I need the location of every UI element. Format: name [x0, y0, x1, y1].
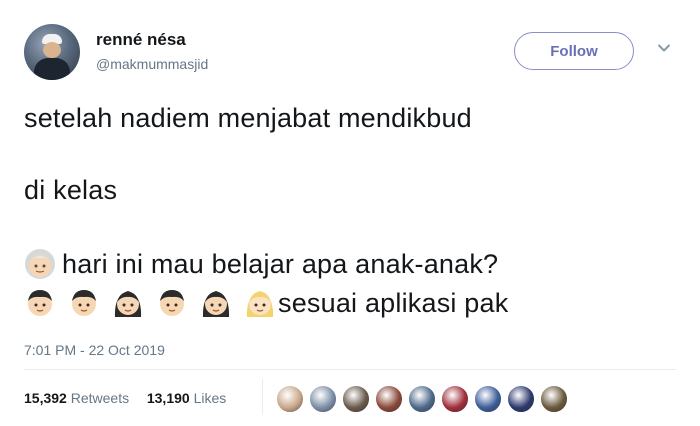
chevron-down-icon[interactable] [657, 41, 671, 55]
boy-emoji [72, 290, 96, 316]
avatar-face [43, 42, 61, 58]
liker-avatar[interactable] [540, 385, 568, 413]
older-person-emoji [25, 249, 55, 279]
girl-emoji [114, 291, 142, 317]
liker-avatar[interactable] [474, 385, 502, 413]
avatar[interactable] [24, 24, 80, 80]
stats-separator [262, 379, 263, 415]
liker-avatar[interactable] [342, 385, 370, 413]
tweet-line-4-text: sesuai aplikasi pak [278, 287, 509, 318]
tweet-line-4: sesuai aplikasi pak [24, 287, 508, 319]
engagement-stats: 15,392 Retweets 13,190 Likes [24, 390, 226, 406]
liker-avatar[interactable] [507, 385, 535, 413]
boy-emoji [160, 290, 184, 316]
tweet-line-3-text: hari ini mau belajar apa anak-anak? [62, 248, 499, 279]
avatar-body [34, 58, 70, 80]
blond-girl-emoji [246, 291, 274, 317]
retweets-count[interactable]: 15,392 [24, 390, 67, 406]
liker-avatar[interactable] [309, 385, 337, 413]
boy-emoji [28, 290, 52, 316]
display-name[interactable]: renné nésa [96, 30, 186, 50]
likes-label[interactable]: Likes [194, 390, 227, 406]
tweet-timestamp[interactable]: 7:01 PM - 22 Oct 2019 [24, 342, 165, 358]
tweet-line-1: setelah nadiem menjabat mendikbud [24, 103, 472, 133]
tweet-line-2: di kelas [24, 175, 118, 205]
liker-avatar[interactable] [441, 385, 469, 413]
follow-button[interactable]: Follow [514, 32, 634, 70]
likes-count[interactable]: 13,190 [147, 390, 190, 406]
user-handle[interactable]: @makmummasjid [96, 56, 208, 72]
liker-avatar[interactable] [408, 385, 436, 413]
divider [24, 369, 676, 370]
tweet-line-3: hari ini mau belajar apa anak-anak? [24, 248, 498, 280]
retweets-label[interactable]: Retweets [71, 390, 129, 406]
liker-avatar[interactable] [375, 385, 403, 413]
girl-emoji [202, 291, 230, 317]
liker-avatar[interactable] [276, 385, 304, 413]
